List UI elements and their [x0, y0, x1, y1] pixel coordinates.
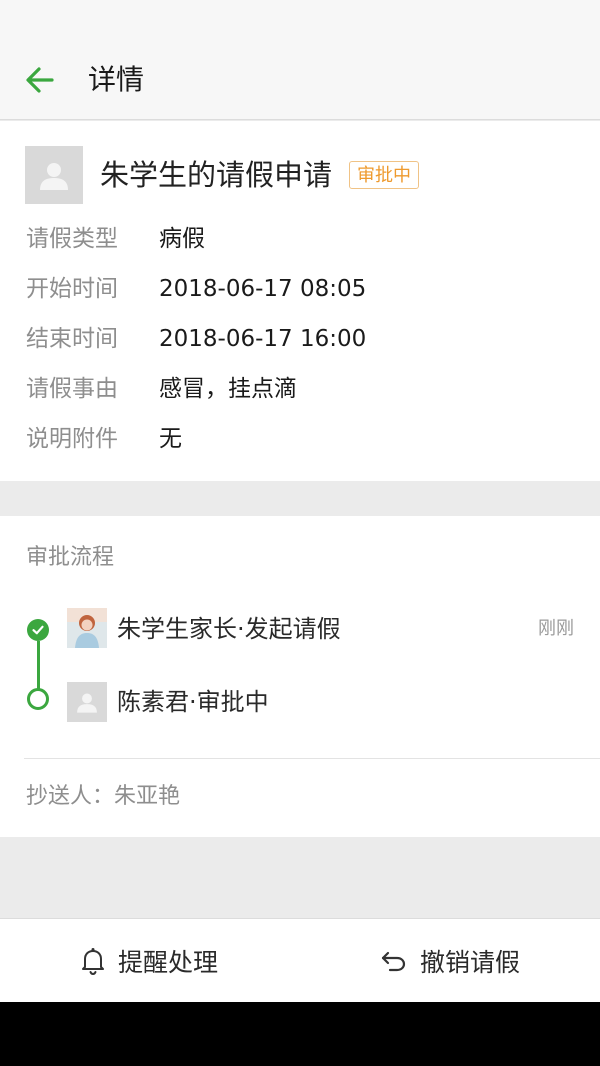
- system-navigation-bar: [0, 1002, 600, 1066]
- remind-label: 提醒处理: [118, 948, 219, 977]
- field-reason: 请假事由 感冒，挂点滴: [0, 369, 600, 409]
- back-arrow-icon: [26, 67, 54, 93]
- avatar-photo: [67, 608, 107, 648]
- header-bar: 详情: [0, 40, 600, 120]
- avatar: [67, 608, 107, 648]
- divider: [24, 758, 600, 759]
- field-value: 2018-06-17 16:00: [159, 326, 367, 352]
- field-label: 请假类型: [26, 226, 118, 252]
- page-title: 详情: [88, 63, 145, 96]
- revoke-label: 撤销请假: [420, 948, 521, 977]
- field-end-time: 结束时间 2018-06-17 16:00: [0, 319, 600, 359]
- field-value: 感冒，挂点滴: [159, 376, 297, 402]
- flow-title: 审批流程: [26, 545, 115, 570]
- step-time: 刚刚: [538, 618, 574, 639]
- request-card: 朱学生的请假申请 审批中 请假类型 病假 开始时间 2018-06-17 08:…: [0, 121, 600, 481]
- user-placeholder-icon: [77, 693, 97, 713]
- back-button[interactable]: [22, 62, 58, 98]
- step-text: 陈素君·审批中: [117, 688, 269, 716]
- cc-recipients: 抄送人：朱亚艳: [26, 784, 181, 809]
- field-label: 开始时间: [26, 276, 118, 302]
- remind-button[interactable]: 提醒处理: [80, 919, 218, 1003]
- field-attachment: 说明附件 无: [0, 419, 600, 459]
- field-label: 结束时间: [26, 326, 118, 352]
- field-value: 病假: [159, 226, 205, 252]
- step-connector: [37, 641, 40, 689]
- bell-icon: [82, 948, 104, 975]
- step-pending-dot: [27, 688, 49, 710]
- bottom-action-bar: 提醒处理 撤销请假: [0, 918, 600, 1002]
- field-label: 说明附件: [26, 426, 118, 452]
- step-done-dot: [27, 619, 49, 641]
- check-icon: [32, 625, 44, 635]
- field-value[interactable]: 无: [159, 419, 182, 459]
- user-placeholder-icon: [40, 163, 68, 190]
- field-value: 2018-06-17 08:05: [159, 276, 367, 302]
- avatar: [25, 146, 83, 204]
- status-bar: [0, 0, 600, 40]
- status-badge: 审批中: [349, 161, 419, 189]
- request-title: 朱学生的请假申请: [100, 158, 333, 192]
- undo-icon: [381, 951, 406, 972]
- field-leave-type: 请假类型 病假: [0, 219, 600, 259]
- approval-flow-card: 审批流程 朱学生家长·发起请假 刚刚 陈素君·审批中 抄送人：朱亚艳: [0, 516, 600, 837]
- field-label: 请假事由: [26, 376, 118, 402]
- field-start-time: 开始时间 2018-06-17 08:05: [0, 269, 600, 309]
- step-text: 朱学生家长·发起请假: [117, 615, 341, 643]
- revoke-button[interactable]: 撤销请假: [380, 919, 520, 1003]
- avatar: [67, 682, 107, 722]
